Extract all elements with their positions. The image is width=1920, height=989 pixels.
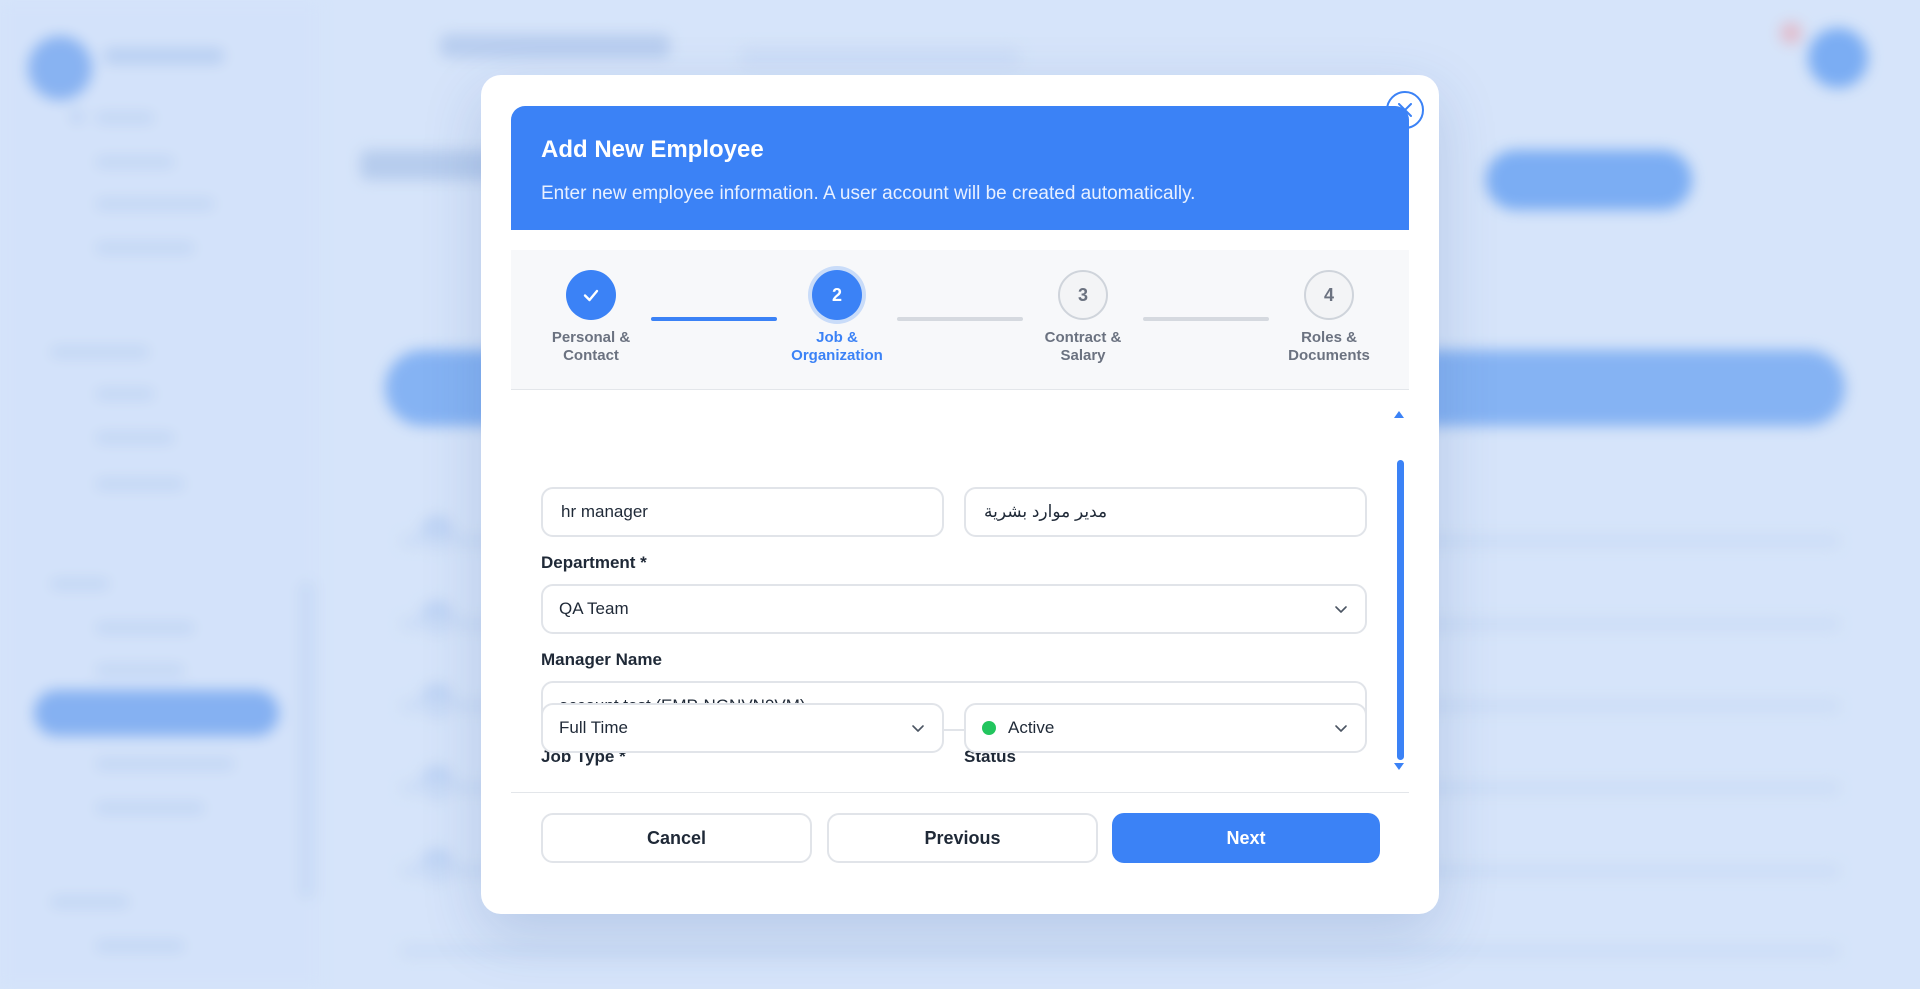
chevron-down-icon [1335, 725, 1347, 732]
check-icon [583, 289, 599, 302]
previous-button[interactable]: Previous [827, 813, 1098, 863]
step-connector [1143, 317, 1269, 321]
step-number: 2 [812, 270, 862, 320]
step-roles-documents[interactable]: 4 Roles & Documents [1259, 250, 1399, 365]
chevron-down-icon [912, 725, 924, 732]
status-value: Active [1008, 718, 1055, 737]
scroll-up-arrow[interactable] [1394, 411, 1404, 418]
department-value: QA Team [559, 599, 629, 618]
step-job-organization[interactable]: 2 Job & Organization [767, 250, 907, 365]
step-number: 3 [1058, 270, 1108, 320]
step-connector [651, 317, 777, 321]
modal-subtitle: Enter new employee information. A user a… [541, 183, 1196, 204]
footer-divider [511, 792, 1409, 793]
status-select[interactable]: Active [964, 703, 1367, 753]
job-title-ar-field[interactable] [964, 487, 1367, 537]
modal-title: Add New Employee [541, 136, 764, 163]
department-select[interactable]: QA Team [541, 584, 1367, 634]
step-connector [897, 317, 1023, 321]
job-title-ar-input[interactable] [982, 501, 1349, 523]
modal-header: Add New Employee Enter new employee info… [511, 106, 1409, 230]
next-button[interactable]: Next [1112, 813, 1380, 863]
scrollbar-thumb[interactable] [1397, 460, 1404, 760]
step-label: Job & Organization [791, 329, 883, 364]
department-label: Department * [541, 553, 647, 572]
step-personal-contact[interactable]: Personal & Contact [521, 250, 661, 365]
job-title-en-field[interactable] [541, 487, 944, 537]
stepper: Personal & Contact 2 Job & Organization 3 … [511, 250, 1409, 390]
manager-label: Manager Name [541, 650, 662, 669]
status-active-indicator [982, 721, 996, 735]
job-type-select[interactable]: Full Time [541, 703, 944, 753]
add-employee-modal: Add New Employee Enter new employee info… [481, 75, 1439, 914]
cancel-button[interactable]: Cancel [541, 813, 812, 863]
step-complete-indicator [566, 270, 616, 320]
chevron-down-icon [1335, 606, 1347, 613]
step-label: Personal & Contact [551, 329, 631, 364]
scroll-down-arrow[interactable] [1394, 763, 1404, 770]
step-contract-salary[interactable]: 3 Contract & Salary [1013, 250, 1153, 365]
step-label: Roles & Documents [1288, 329, 1370, 364]
job-title-en-input[interactable] [559, 501, 926, 523]
job-type-value: Full Time [559, 718, 628, 737]
step-number: 4 [1304, 270, 1354, 320]
step-label: Contract & Salary [1044, 329, 1122, 364]
